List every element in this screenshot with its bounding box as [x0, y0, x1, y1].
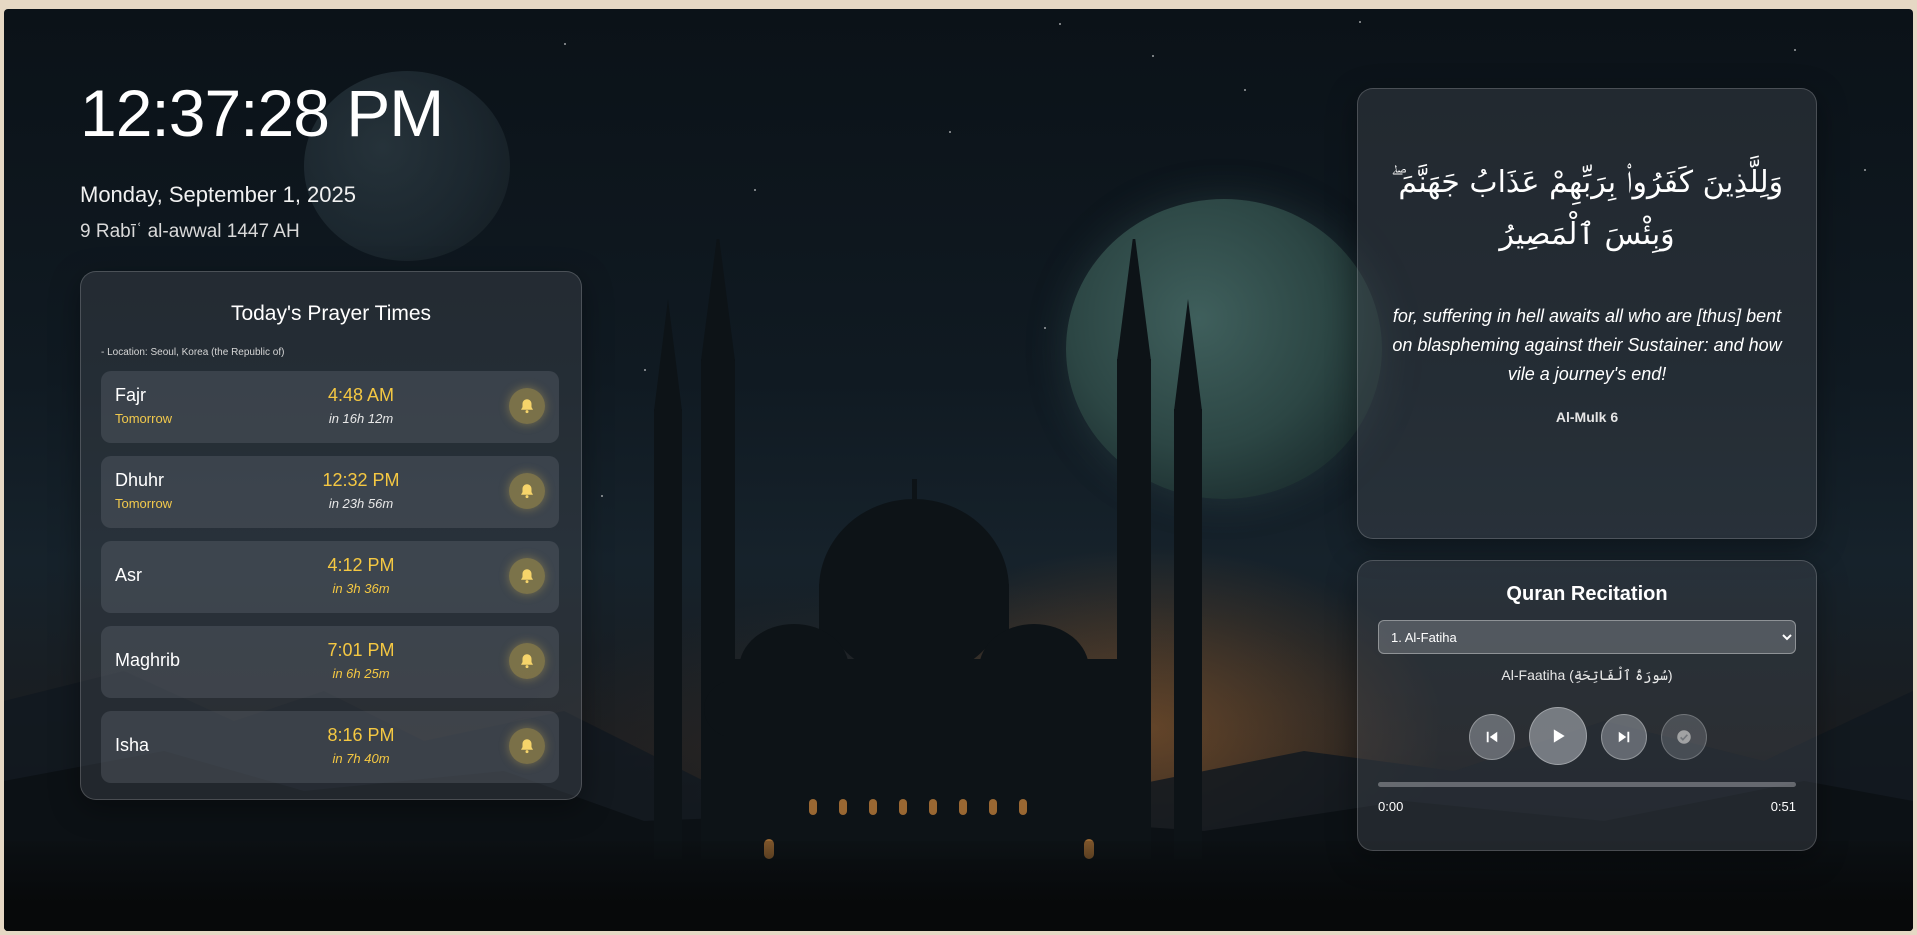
- play-icon: [1553, 729, 1565, 743]
- bell-icon[interactable]: [509, 388, 545, 424]
- prayer-time: 4:48 AM: [327, 385, 395, 405]
- prayer-times-panel: Today's Prayer Times - Location: Seoul, …: [80, 271, 582, 800]
- track-duration: 0:51: [1770, 799, 1796, 814]
- verse-translation: for, suffering in hell awaits all who ar…: [1392, 306, 1782, 384]
- bell-icon[interactable]: [509, 643, 545, 679]
- hijri-date: 9 Rabīʿ al-awwal 1447 AH: [80, 221, 300, 242]
- prayer-name: Dhuhr: [115, 470, 165, 490]
- prayer-row-dhuhr: Dhuhr Tomorrow 12:32 PM in 23h 56m: [101, 456, 559, 528]
- ground: [4, 841, 1913, 931]
- prayer-countdown: in 3h 36m: [332, 581, 390, 596]
- next-icon: [1618, 731, 1630, 743]
- current-time: 12:37:28 PM: [80, 76, 444, 150]
- previous-button[interactable]: [1469, 714, 1515, 760]
- recitation-panel: Quran Recitation 1. Al-Fatiha Al-Faatiha…: [1357, 560, 1817, 851]
- mosque-silhouette: [654, 239, 1202, 859]
- prayer-day-note: Tomorrow: [115, 411, 173, 426]
- prayer-row-isha: Isha 8:16 PM in 7h 40m: [101, 711, 559, 783]
- surah-select[interactable]: 1. Al-Fatiha: [1378, 620, 1796, 654]
- previous-icon: [1486, 731, 1498, 743]
- recitation-title: Quran Recitation: [1506, 583, 1668, 605]
- prayer-row-fajr: Fajr Tomorrow 4:48 AM in 16h 12m: [101, 371, 559, 443]
- check-icon: [1677, 730, 1691, 744]
- prayer-time: 4:12 PM: [327, 555, 395, 575]
- current-playback-time: 0:00: [1378, 799, 1404, 814]
- prayer-row-maghrib: Maghrib 7:01 PM in 6h 25m: [101, 626, 559, 698]
- check-button[interactable]: [1661, 714, 1707, 760]
- prayer-time: 7:01 PM: [327, 640, 395, 660]
- prayer-day-note: Tomorrow: [115, 496, 173, 511]
- verse-reference: Al-Mulk 6: [1555, 409, 1619, 425]
- verse-arabic: وَلِلَّذِينَ كَفَرُوا۟ بِرَبِّهِمْ عَذَا…: [1390, 165, 1784, 252]
- prayer-countdown: in 16h 12m: [328, 411, 394, 426]
- prayer-name: Isha: [115, 735, 150, 755]
- prayer-countdown: in 23h 56m: [328, 496, 394, 511]
- prayer-time: 12:32 PM: [322, 470, 400, 490]
- gregorian-date: Monday, September 1, 2025: [80, 182, 356, 207]
- verse-panel: وَلِلَّذِينَ كَفَرُوا۟ بِرَبِّهِمْ عَذَا…: [1357, 88, 1817, 539]
- prayer-name: Fajr: [115, 385, 146, 405]
- prayer-countdown: in 7h 40m: [332, 751, 390, 766]
- bell-icon[interactable]: [509, 558, 545, 594]
- surah-name: Al-Faatiha (سُورَةُ ٱلْفَاتِحَةِ): [1501, 667, 1673, 683]
- progress-bar[interactable]: [1378, 782, 1796, 787]
- prayer-name: Asr: [115, 565, 142, 585]
- prayer-times-title: Today's Prayer Times: [230, 302, 432, 325]
- prayer-time: 8:16 PM: [327, 725, 395, 745]
- next-button[interactable]: [1601, 714, 1647, 760]
- prayer-location: - Location: Seoul, Korea (the Republic o…: [101, 347, 285, 358]
- prayer-countdown: in 6h 25m: [332, 666, 390, 681]
- prayer-name: Maghrib: [115, 650, 181, 670]
- bell-icon[interactable]: [509, 728, 545, 764]
- play-button[interactable]: [1529, 707, 1587, 765]
- bell-icon[interactable]: [509, 473, 545, 509]
- prayer-row-asr: Asr 4:12 PM in 3h 36m: [101, 541, 559, 613]
